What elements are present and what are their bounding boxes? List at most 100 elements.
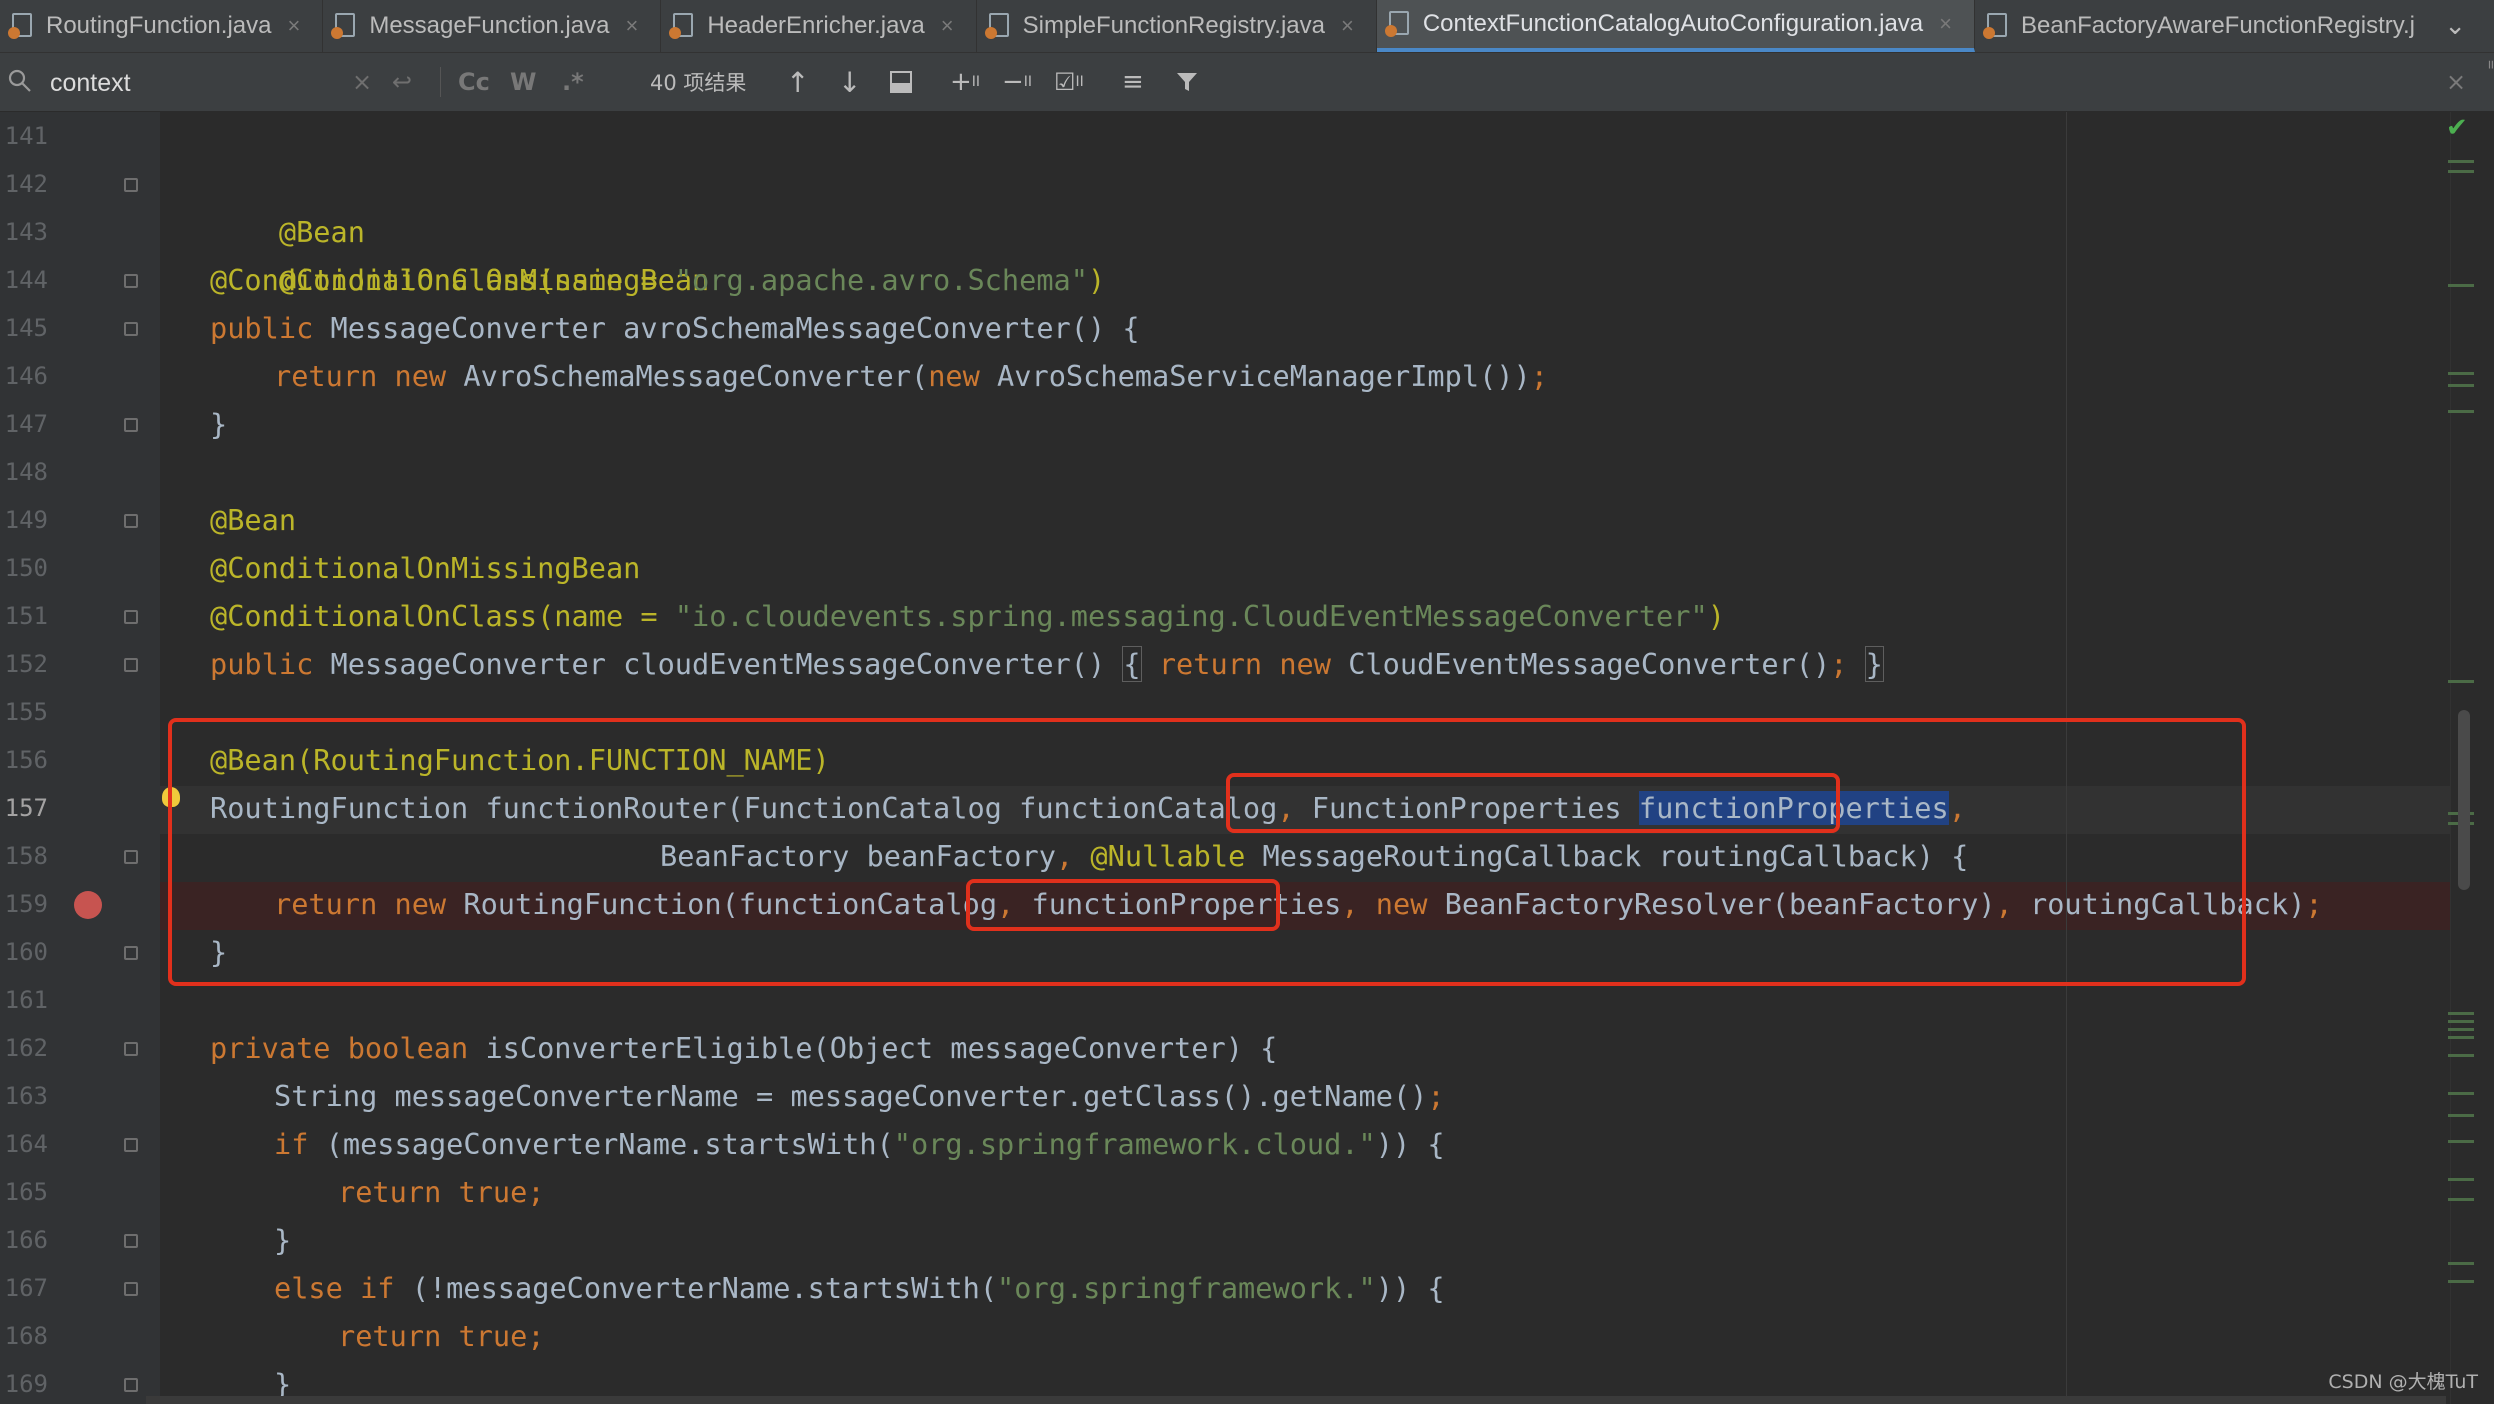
code-line[interactable]: @ConditionalOnClass(name = "org.apache.a… [210,256,1105,304]
match-marker[interactable] [2448,680,2474,683]
match-marker[interactable] [2448,1092,2474,1095]
match-count: 40 项结果 [650,71,747,95]
code-line[interactable]: private boolean isConverterEligible(Obje… [210,1024,1277,1072]
match-marker[interactable] [2448,1198,2474,1201]
previous-occurrence-icon[interactable]: ↑ [786,53,809,111]
match-marker[interactable] [2448,1140,2474,1143]
code-line[interactable]: if (messageConverterName.startsWith("org… [274,1120,1445,1168]
filter-search-results-icon[interactable] [888,53,914,111]
highlight-box-argument [966,879,1280,931]
match-marker[interactable] [2448,1178,2474,1181]
fold-marker-icon[interactable] [124,946,138,960]
java-file-icon [984,11,1011,41]
tab-bean-factory-aware-function-registry[interactable]: BeanFactoryAwareFunctionRegistry.j [1975,0,2437,52]
show-filter-popup-icon[interactable]: ≡ [1122,53,1144,111]
line-number: 142 [4,170,48,198]
close-find-icon[interactable]: × [2446,53,2466,111]
line-number: 167 [4,1274,48,1302]
next-occurrence-icon[interactable]: ↓ [838,53,861,111]
fold-marker-icon[interactable] [124,1138,138,1152]
filter-icon[interactable] [1174,53,1200,111]
close-icon[interactable]: × [625,13,638,39]
fold-marker-icon[interactable] [124,850,138,864]
code-line[interactable]: public MessageConverter cloudEventMessag… [210,640,1884,688]
match-marker[interactable] [2448,1020,2474,1023]
match-marker[interactable] [2448,1262,2474,1265]
line-number-current: 157 [4,794,48,822]
vertical-scrollbar-thumb[interactable] [2458,710,2470,890]
close-icon[interactable]: × [287,13,300,39]
match-marker[interactable] [2448,1036,2474,1039]
match-marker[interactable] [2448,160,2474,163]
match-marker[interactable] [2448,170,2474,173]
side-panel-label[interactable]: ≡ [2482,60,2494,69]
fold-marker-icon[interactable] [124,178,138,192]
regex-toggle[interactable]: .* [562,53,584,111]
java-file-icon [669,11,695,41]
whole-words-toggle[interactable]: W [510,53,536,111]
tab-label: HeaderEnricher.java [707,12,925,39]
match-marker[interactable] [2448,372,2474,375]
new-line-icon[interactable]: ↩ [392,53,412,111]
code-line[interactable]: @ConditionalOnClass(name = "io.cloudeven… [210,592,1725,640]
code-line[interactable]: String messageConverterName = messageCon… [274,1072,1445,1120]
search-input[interactable] [48,53,342,113]
add-occurrence-icon[interactable]: + II [950,53,980,111]
fold-marker-icon[interactable] [124,1042,138,1056]
match-marker[interactable] [2448,284,2474,287]
code-line[interactable]: } [274,1216,291,1264]
fold-marker-icon[interactable] [124,610,138,624]
fold-marker-icon[interactable] [124,1378,138,1392]
close-icon[interactable]: × [1939,11,1952,37]
tab-label: ContextFunctionCatalogAutoConfiguration.… [1422,10,1924,37]
line-number: 166 [4,1226,48,1254]
match-marker[interactable] [2448,1280,2474,1283]
fold-marker-icon[interactable] [124,1234,138,1248]
check-icon[interactable]: ✔ [2446,112,2468,143]
code-line[interactable]: public MessageConverter avroSchemaMessag… [210,304,1140,352]
tab-routing-function[interactable]: RoutingFunction.java × [0,0,324,52]
fold-marker-icon[interactable] [124,1282,138,1296]
clear-search-icon[interactable]: × [352,53,372,111]
match-case-toggle[interactable]: Cc [458,53,490,111]
tab-label: BeanFactoryAwareFunctionRegistry.j [2021,12,2415,39]
watermark: CSDN @大槐TuT [2328,1371,2478,1393]
fold-marker-icon[interactable] [124,514,138,528]
line-number-gutter[interactable]: 141 142 143 144 145 146 147 148 149 150 … [0,112,160,1404]
match-marker[interactable] [2448,410,2474,413]
code-line[interactable]: else if (!messageConverterName.startsWit… [274,1264,1445,1312]
tab-message-function[interactable]: MessageFunction.java × [323,0,662,52]
remove-occurrence-icon[interactable]: − II [1002,53,1032,111]
code-line[interactable]: return true; [338,1312,545,1360]
fold-marker-icon[interactable] [124,274,138,288]
line-number: 159 [4,890,48,918]
search-icon[interactable] [6,53,36,111]
match-marker[interactable] [2448,1012,2474,1015]
tab-simple-function-registry[interactable]: SimpleFunctionRegistry.java × [977,0,1377,52]
tab-context-function-catalog-auto-configuration[interactable]: ContextFunctionCatalogAutoConfiguration.… [1376,0,1976,52]
match-marker[interactable] [2448,1028,2474,1031]
fold-marker-icon[interactable] [124,418,138,432]
code-line[interactable]: } [210,400,227,448]
code-line[interactable]: return new AvroSchemaMessageConverter(ne… [274,352,1548,400]
match-marker[interactable] [2448,1054,2474,1057]
close-icon[interactable]: × [1341,13,1354,39]
horizontal-scrollbar[interactable] [146,1396,2446,1404]
fold-marker-icon[interactable] [124,322,138,336]
code-line[interactable]: return true; [338,1168,545,1216]
tab-label: MessageFunction.java [369,12,610,39]
code-line[interactable]: @Bean [210,496,296,544]
select-all-occurrences-icon[interactable]: ☑ II [1054,53,1084,111]
close-icon[interactable]: × [941,13,954,39]
code-line[interactable]: @ConditionalOnMissingBean [210,544,640,592]
error-stripe[interactable] [2450,112,2494,1404]
breakpoint-icon[interactable] [74,891,102,919]
chevron-down-icon[interactable]: ⌄ [2444,10,2466,41]
fold-marker-icon[interactable] [124,658,138,672]
tab-header-enricher[interactable]: HeaderEnricher.java × [661,0,977,52]
java-file-icon [1983,11,2009,41]
line-number: 169 [4,1370,48,1398]
line-number: 141 [4,122,48,150]
match-marker[interactable] [2448,384,2474,387]
match-marker[interactable] [2448,1114,2474,1117]
